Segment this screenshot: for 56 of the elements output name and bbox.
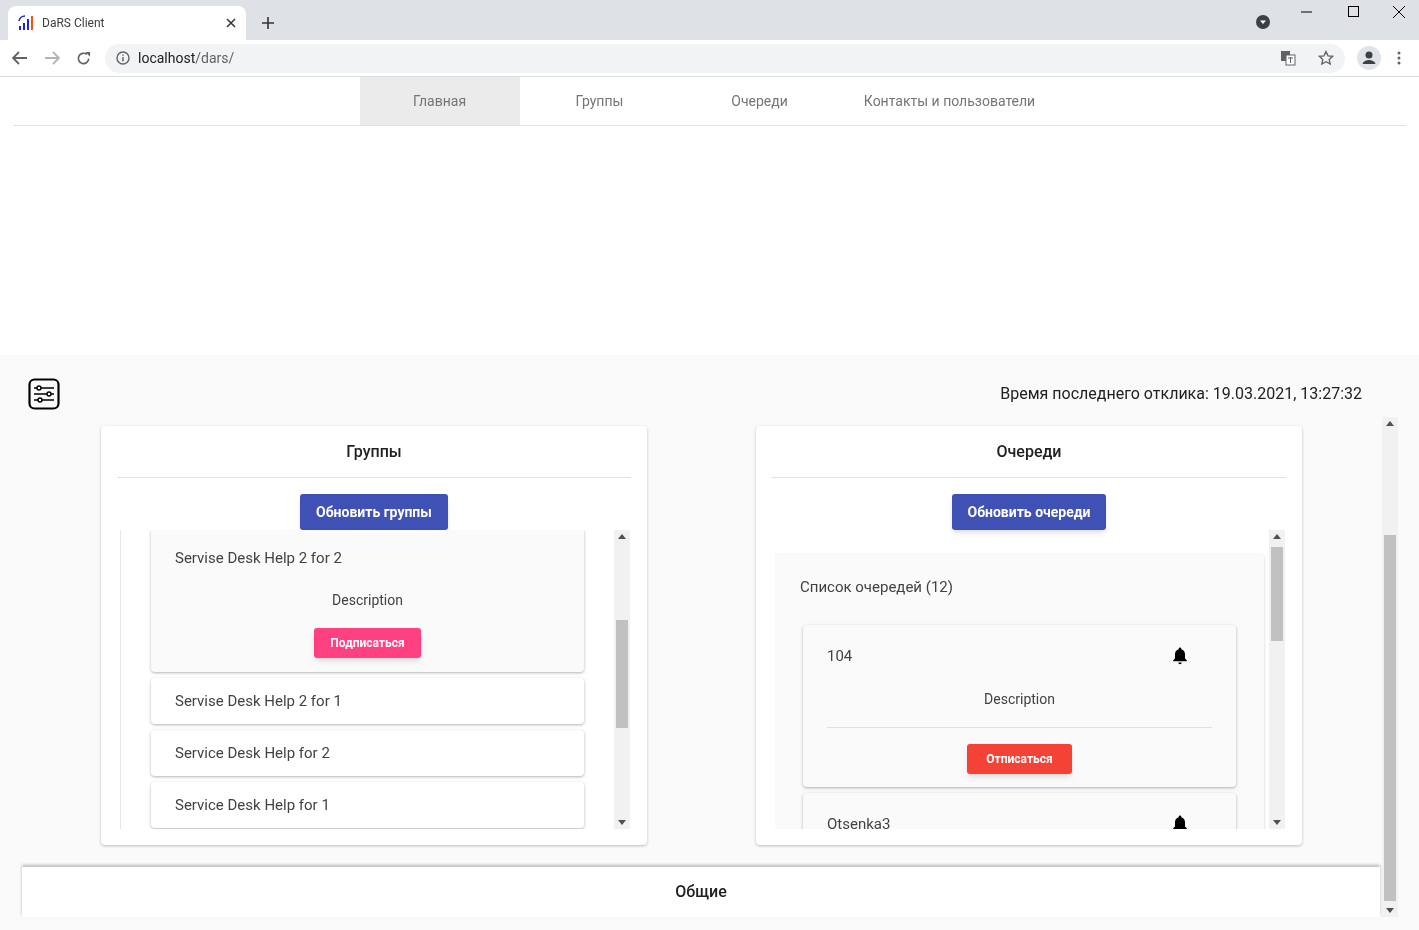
maximize-icon[interactable] [1348,6,1359,17]
group-name: Servise Desk Help 2 for 2 [175,548,343,569]
scroll-down-icon[interactable] [618,820,626,825]
star-icon[interactable] [1318,50,1334,66]
unsubscribe-button[interactable]: Отписаться [967,744,1072,774]
group-item[interactable]: Servise Desk Help 2 for 1 [151,678,584,724]
scroll-up-icon[interactable] [618,534,626,539]
dropdown-icon[interactable] [1256,15,1270,29]
refresh-button[interactable]: Обновить группы [300,494,448,530]
card-title: Очереди [996,440,1062,463]
scrollbar[interactable] [1382,417,1398,917]
bell-icon[interactable] [1172,814,1188,829]
group-item[interactable]: Servise Desk Help 2 for 2 Description Подписаться [151,530,584,672]
group-name: Servise Desk Help 2 for 1 [175,690,343,712]
browser-tab[interactable]: DaRS Client [8,6,246,40]
group-name: Service Desk Help for 1 [175,794,331,816]
scroll-up-icon[interactable] [1386,421,1394,426]
nav-tab[interactable]: Главная [359,77,520,125]
scrollbar-thumb[interactable] [1384,535,1396,901]
profile-avatar-icon[interactable] [1357,46,1381,70]
queue-name: 104 [827,645,853,667]
scroll-down-icon[interactable] [1386,908,1394,913]
tab-title: DaRS Client [42,15,106,32]
close-icon[interactable] [226,18,236,28]
url-path: /dars/ [195,49,235,66]
translate-icon[interactable] [1280,50,1296,66]
group-item[interactable]: Service Desk Help for 1 [151,782,584,828]
close-window-icon[interactable] [1393,6,1405,18]
queue-list-title: Список очередей (12) [800,577,954,598]
address-field[interactable]: localhost/dars/ [105,43,1345,73]
refresh-button[interactable]: Обновить очереди [951,494,1107,530]
queue-item[interactable]: Otsenka3 [803,792,1236,829]
scrollbar[interactable] [1269,530,1285,829]
scrollbar-thumb[interactable] [1271,547,1283,641]
scroll-down-icon[interactable] [1273,820,1281,825]
scrollbar-thumb[interactable] [616,620,628,728]
scroll-up-icon[interactable] [1273,534,1281,539]
info-icon[interactable] [116,51,130,65]
reload-icon[interactable] [76,50,91,66]
queue-description: Description [984,690,1055,709]
signal-bars-icon [18,15,34,31]
group-name: Service Desk Help for 2 [175,742,331,764]
queue-name: Otsenka3 [827,813,891,829]
queue-item[interactable]: 104 Description Отписаться [803,624,1236,787]
bell-icon[interactable] [1172,646,1188,665]
last-response-time: Время последнего отклика: 19.03.2021, 13:27:32 [1000,383,1362,405]
group-description: Description [332,590,403,610]
card-title: Группы [346,440,402,463]
settings-sliders-icon[interactable] [28,378,60,410]
menu-icon[interactable] [1397,51,1401,65]
new-tab-icon[interactable] [262,17,274,29]
back-arrow-icon[interactable] [12,51,28,65]
bottom-tab[interactable]: Общие [675,880,727,904]
group-item[interactable]: Service Desk Help for 2 [151,730,584,776]
url-host: localhost [138,49,196,66]
scrollbar[interactable] [614,530,630,829]
